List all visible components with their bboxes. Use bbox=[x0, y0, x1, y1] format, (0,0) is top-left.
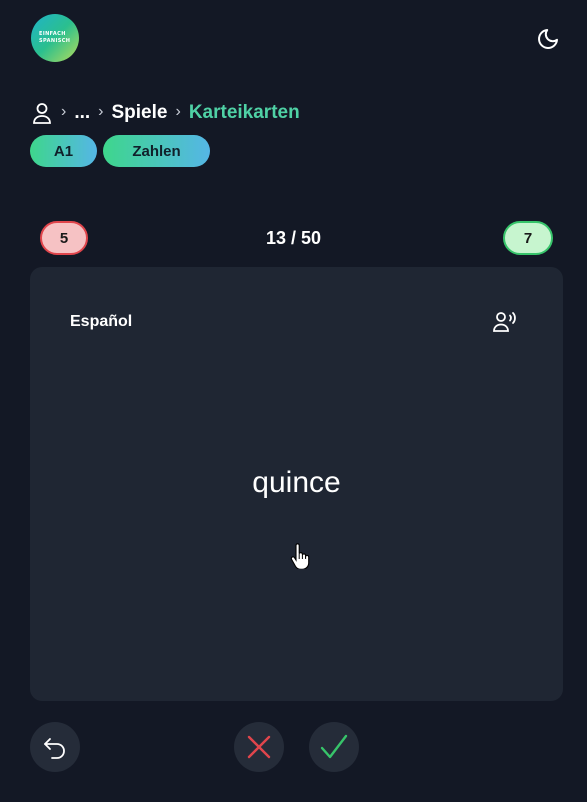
tag-list: A1 Zahlen bbox=[30, 135, 210, 167]
breadcrumb-item-karteikarten: Karteikarten bbox=[188, 102, 300, 123]
card-word: quince bbox=[252, 466, 341, 499]
breadcrumb-item-spiele[interactable]: Spiele bbox=[112, 102, 168, 124]
flashcard[interactable]: Español quince bbox=[30, 267, 563, 701]
mark-right-button[interactable] bbox=[309, 722, 359, 772]
card-progress: 13 / 50 bbox=[265, 228, 322, 248]
hand-cursor-icon bbox=[290, 543, 310, 570]
logo-line-2: SPANISCH bbox=[39, 38, 71, 44]
x-icon bbox=[247, 735, 271, 759]
theme-toggle-button[interactable] bbox=[533, 24, 563, 54]
right-count-badge: 7 bbox=[503, 221, 553, 255]
moon-icon bbox=[538, 29, 558, 49]
user-icon[interactable] bbox=[31, 101, 53, 125]
breadcrumb: › ... › Spiele › Karteikarten bbox=[31, 100, 300, 126]
tag-topic[interactable]: Zahlen bbox=[103, 135, 210, 167]
undo-icon bbox=[44, 738, 65, 759]
chevron-right-icon: › bbox=[61, 103, 67, 120]
mark-wrong-button[interactable] bbox=[234, 722, 284, 772]
speaker-person-icon[interactable] bbox=[492, 309, 520, 335]
chevron-right-icon: › bbox=[98, 103, 104, 120]
flashcard-page: EINFACH SPANISCH › ... › Spiele › Kartei… bbox=[0, 0, 587, 802]
card-language-label: Español bbox=[70, 313, 133, 330]
chevron-right-icon: › bbox=[175, 103, 181, 120]
check-icon bbox=[320, 734, 348, 759]
logo-line-1: EINFACH bbox=[39, 31, 66, 37]
logo[interactable]: EINFACH SPANISCH bbox=[31, 14, 79, 62]
breadcrumb-ellipsis[interactable]: ... bbox=[74, 102, 90, 124]
undo-button[interactable] bbox=[30, 722, 80, 772]
tag-level[interactable]: A1 bbox=[30, 135, 97, 167]
